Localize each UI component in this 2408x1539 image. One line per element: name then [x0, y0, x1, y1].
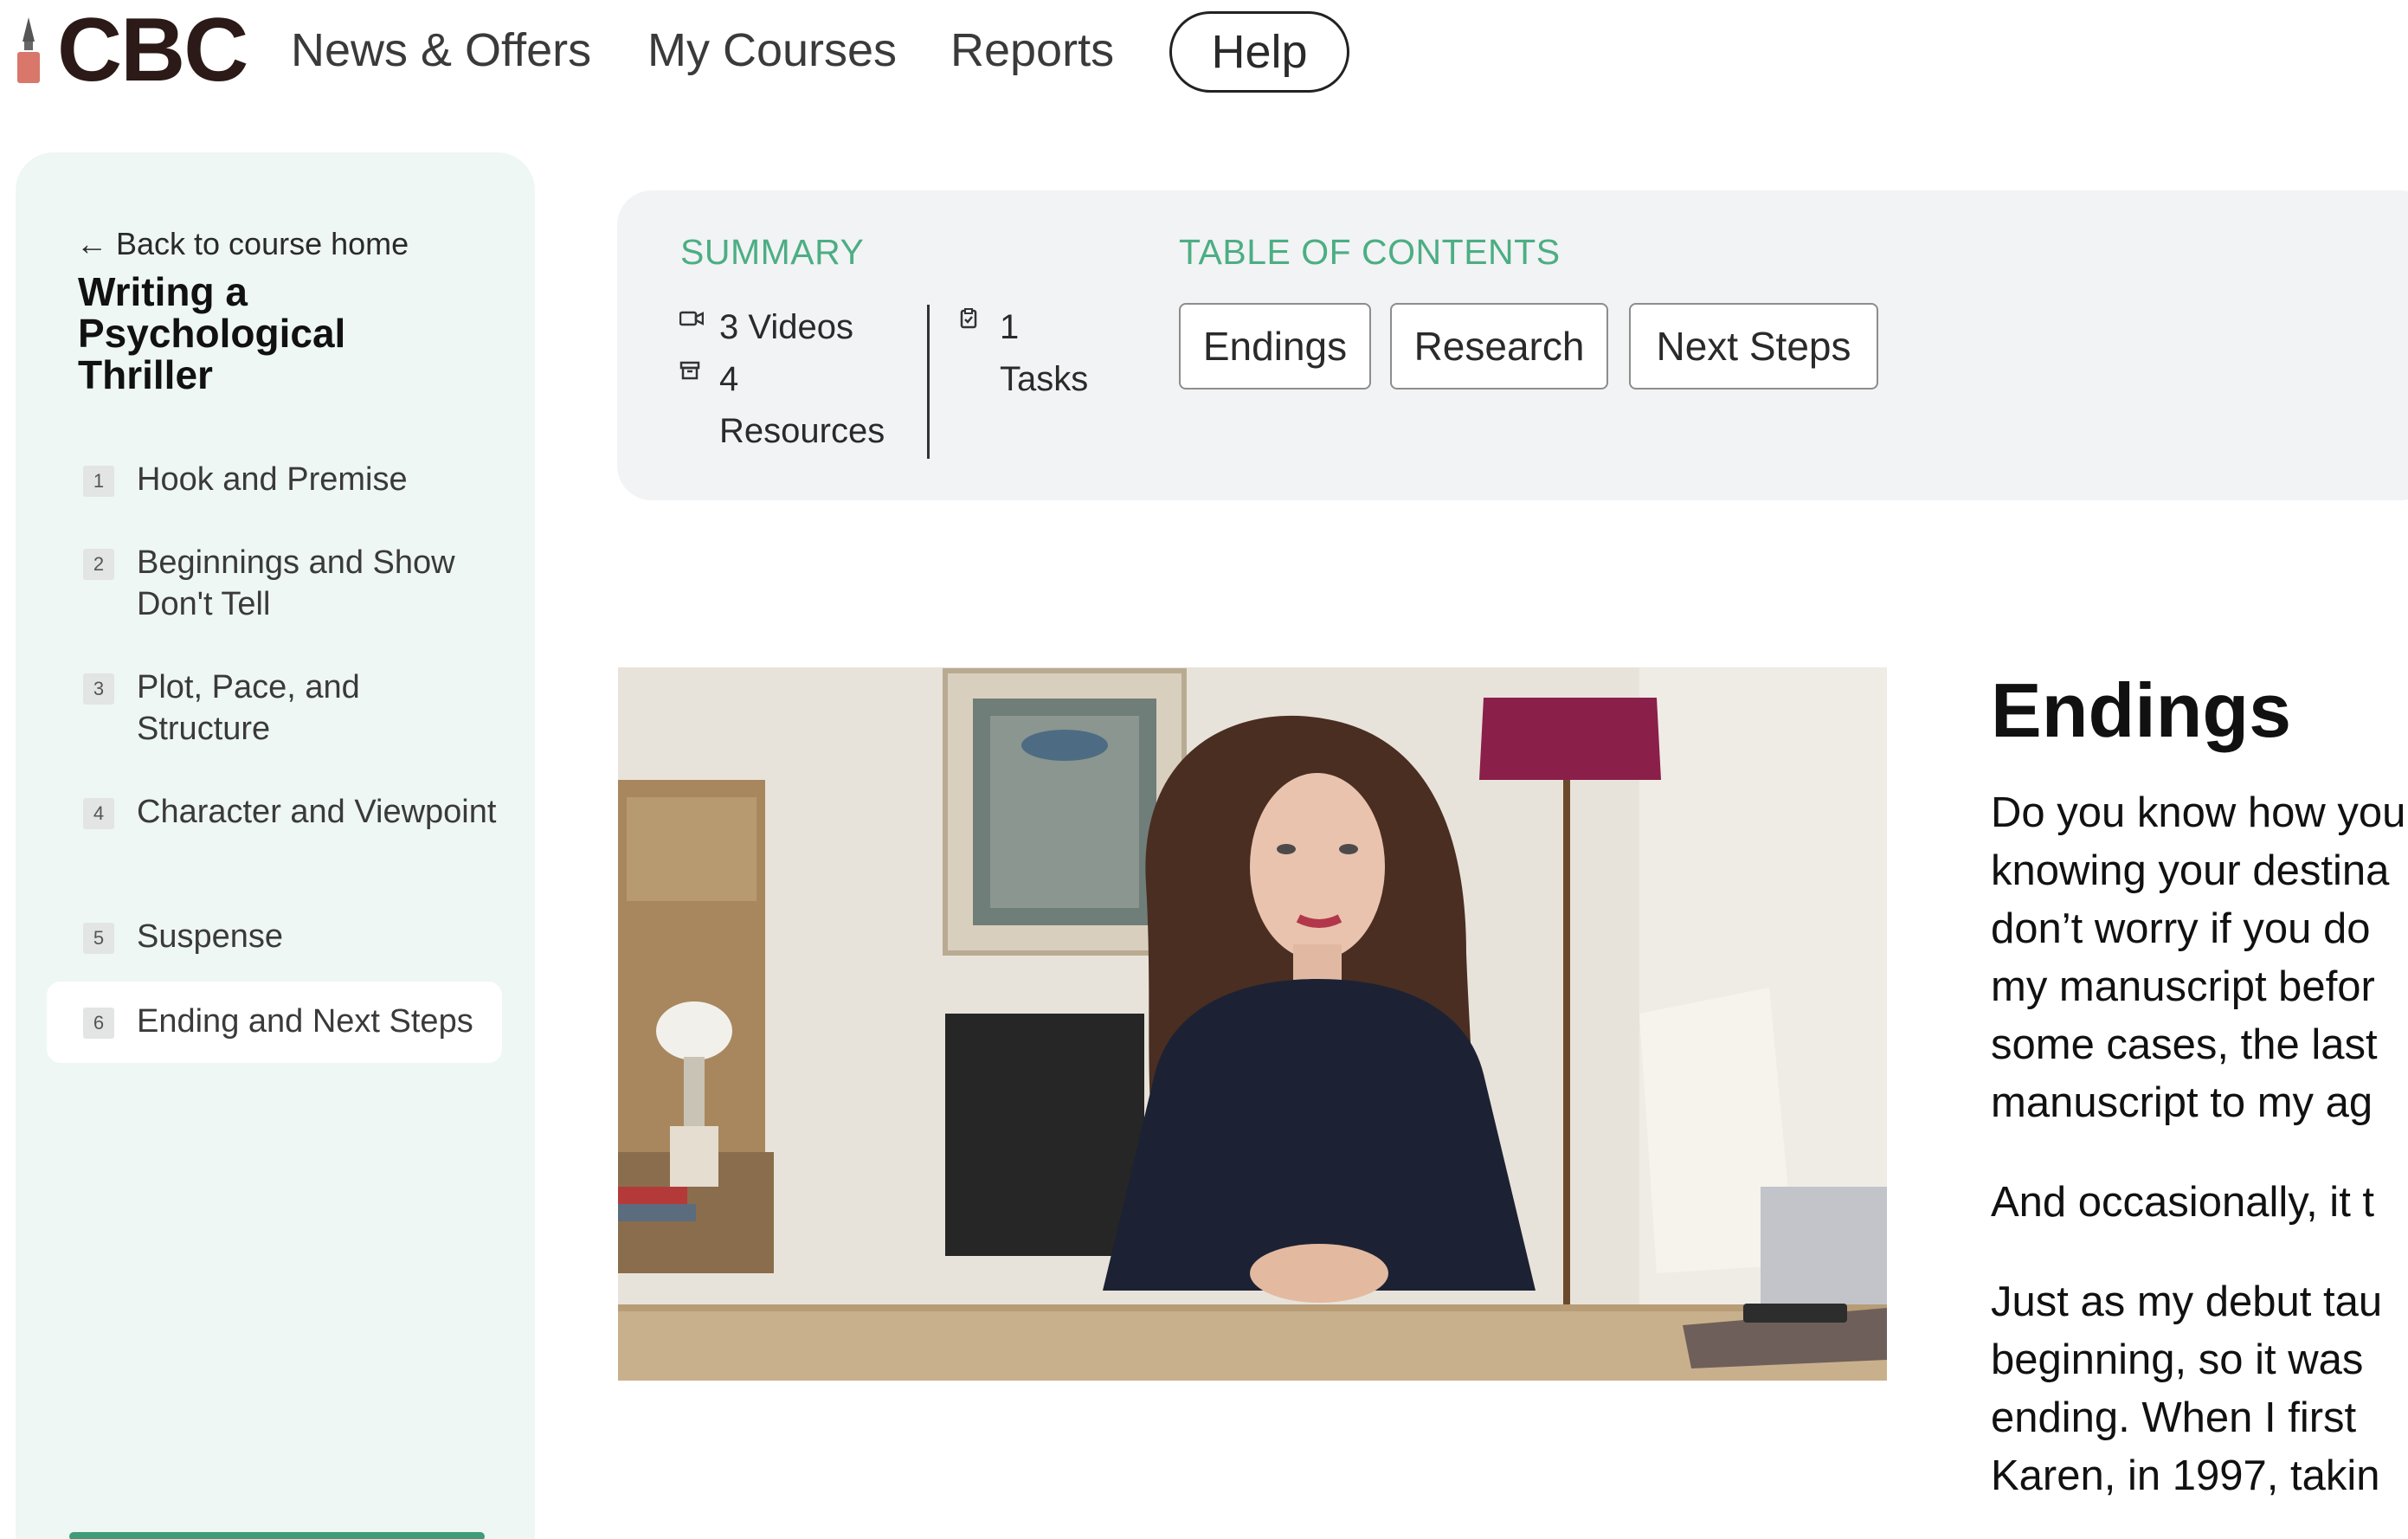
- video-thumbnail: [618, 667, 1887, 1381]
- lesson-label: Plot, Pace, and Structure: [137, 669, 360, 747]
- sidebar-lesson-3[interactable]: 3 Plot, Pace, and Structure: [47, 663, 502, 750]
- videos-count-label: 3 Videos: [719, 308, 853, 346]
- tasks-count: 1: [1000, 308, 1020, 346]
- article-line: manuscript to my ag: [1991, 1079, 2373, 1126]
- nav-reports[interactable]: Reports: [950, 23, 1114, 78]
- lesson-number: 3: [83, 673, 114, 705]
- lesson-number: 5: [83, 923, 114, 954]
- nav-news-offers[interactable]: News & Offers: [291, 23, 591, 78]
- article-line: knowing your destina: [1991, 847, 2390, 894]
- sidebar-lesson-6-active[interactable]: 6 Ending and Next Steps: [47, 982, 502, 1063]
- arrow-left-icon: ←: [76, 226, 107, 261]
- sidebar-progress-bar: [69, 1532, 485, 1539]
- summary-heading: SUMMARY: [680, 232, 865, 272]
- videos-stat: 3 Videos: [679, 301, 853, 353]
- sidebar-lesson-2[interactable]: 2 Beginnings and Show Don't Tell: [47, 538, 502, 625]
- resources-count-label: 4 Resources: [719, 353, 885, 457]
- lesson-label: Beginnings and Show Don't Tell: [137, 544, 455, 622]
- tasks-stat: 1 Tasks: [960, 301, 1088, 405]
- top-navigation: CBC News & Offers My Courses Reports Hel…: [0, 0, 2408, 104]
- article-line: Do you know how you: [1991, 789, 2406, 836]
- lesson-number: 1: [83, 466, 114, 497]
- lesson-label: Character and Viewpoint: [137, 794, 497, 830]
- tasks-label: Tasks: [1000, 360, 1089, 398]
- article-line: don’t worry if you do: [1991, 905, 2371, 952]
- lesson-label: Ending and Next Steps: [137, 1003, 473, 1040]
- article-title: Endings: [1991, 667, 2292, 753]
- article-line: my manuscript befor: [1991, 963, 2375, 1010]
- article-line: Karen, in 1997, takin: [1991, 1452, 2380, 1499]
- lesson-article: Endings Do you know how you knowing your…: [1991, 663, 2408, 1505]
- lesson-number: 2: [83, 549, 114, 580]
- lesson-number: 4: [83, 798, 114, 829]
- lesson-summary-panel: SUMMARY 3 Videos 4 Resources 1 Tasks TAB…: [617, 190, 2408, 500]
- nav-my-courses[interactable]: My Courses: [647, 23, 897, 78]
- sidebar-lesson-4[interactable]: 4 Character and Viewpoint: [47, 788, 502, 874]
- clipboard-check-icon: [960, 301, 984, 336]
- sidebar-lesson-1[interactable]: 1 Hook and Premise: [47, 455, 502, 507]
- lesson-label: Hook and Premise: [137, 461, 408, 498]
- resources-count: 4: [719, 360, 739, 398]
- article-line: And occasionally, it t: [1991, 1179, 2375, 1226]
- back-link-label: Back to course home: [116, 226, 409, 261]
- back-to-course-home-link[interactable]: ← Back to course home: [76, 226, 409, 262]
- toc-next-steps-button[interactable]: Next Steps: [1629, 303, 1878, 390]
- article-line: some cases, the last: [1991, 1021, 2378, 1068]
- help-button[interactable]: Help: [1169, 11, 1349, 93]
- sidebar-lesson-5[interactable]: 5 Suspense: [47, 912, 502, 964]
- course-title: Writing a Psychological Thriller: [78, 269, 346, 397]
- cbc-logo[interactable]: CBC: [12, 0, 248, 100]
- toc-endings-button[interactable]: Endings: [1179, 303, 1371, 390]
- video-camera-icon: [679, 301, 704, 336]
- article-paragraph-2: And occasionally, it t: [1991, 1174, 2408, 1232]
- course-sidebar: ← Back to course home Writing a Psycholo…: [16, 152, 535, 1539]
- article-line: Just as my debut tau: [1991, 1278, 2383, 1325]
- tasks-count-label: 1 Tasks: [1000, 301, 1088, 405]
- lesson-number: 6: [83, 1008, 114, 1039]
- article-line: ending. When I first: [1991, 1394, 2357, 1441]
- logo-text: CBC: [57, 0, 248, 100]
- resources-label: Resources: [719, 412, 885, 450]
- resources-stat: 4 Resources: [679, 353, 885, 457]
- archive-box-icon: [679, 353, 704, 388]
- article-line: beginning, so it was: [1991, 1336, 2364, 1383]
- toc-heading: TABLE OF CONTENTS: [1179, 232, 1561, 272]
- summary-divider: [927, 305, 930, 459]
- article-paragraph-3: Just as my debut tau beginning, so it wa…: [1991, 1273, 2408, 1505]
- article-paragraph-1: Do you know how you knowing your destina…: [1991, 784, 2408, 1132]
- lesson-label: Suspense: [137, 918, 284, 955]
- fountain-pen-icon: [17, 17, 40, 83]
- lesson-video-player[interactable]: [618, 667, 1887, 1381]
- toc-research-button[interactable]: Research: [1390, 303, 1608, 390]
